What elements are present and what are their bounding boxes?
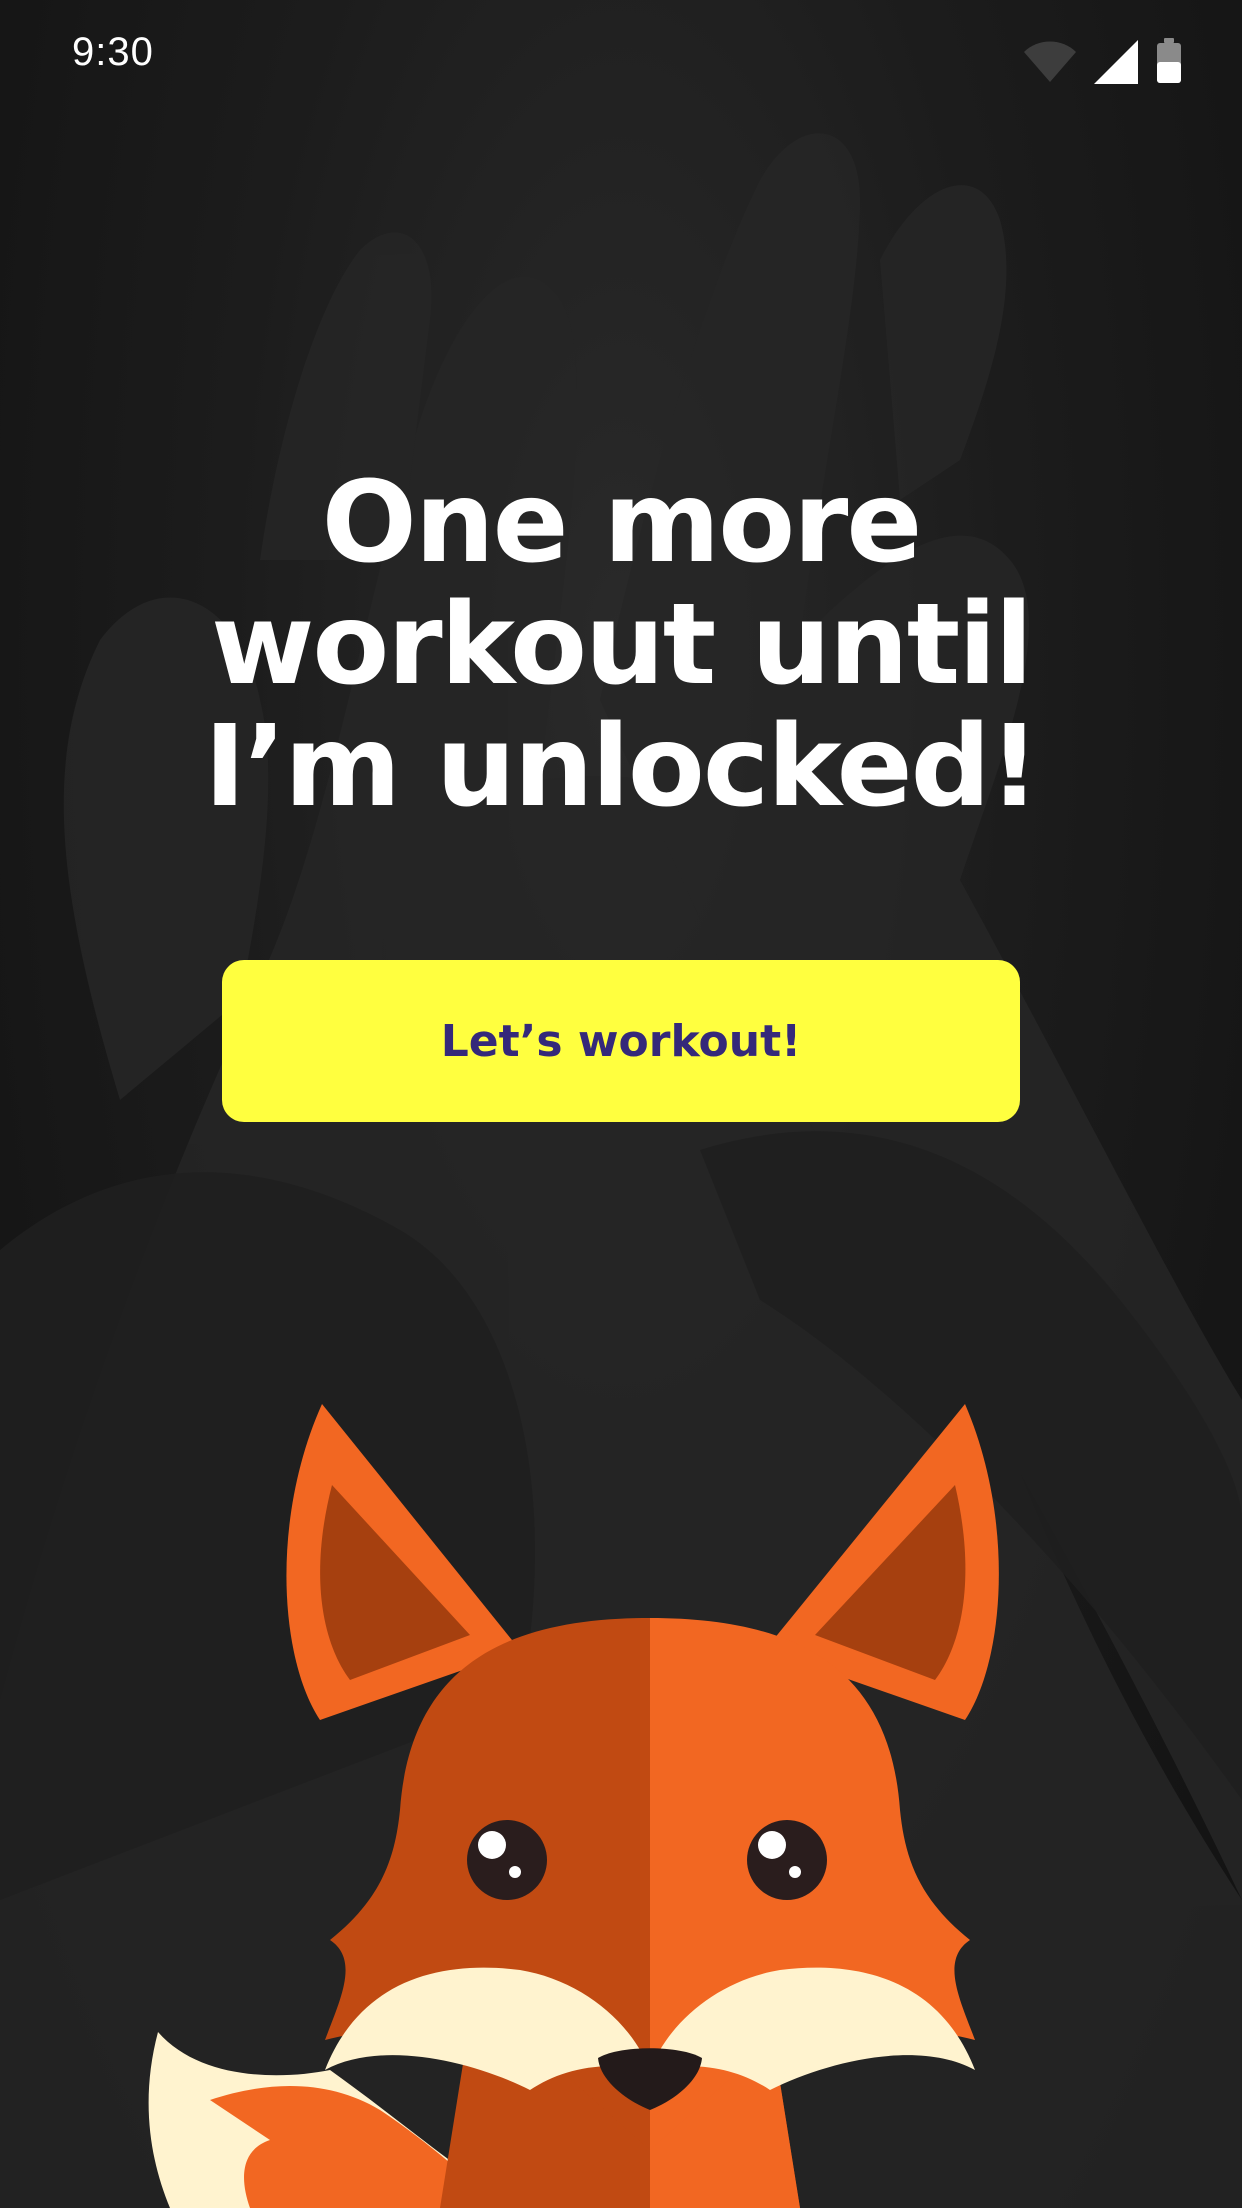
headline: One more workout until I’m unlocked! [121,462,1121,828]
headline-line-3: I’m unlocked! [204,702,1040,832]
cellular-signal-icon [1094,40,1138,88]
lets-workout-button[interactable]: Let’s workout! [222,960,1020,1122]
headline-line-2: workout until [210,580,1033,710]
status-time: 9:30 [72,30,154,74]
fox-right-eye [747,1820,827,1900]
battery-icon [1156,38,1182,88]
wifi-icon [1024,40,1076,88]
status-bar: 9:30 [0,0,1242,120]
status-icons [1024,38,1182,88]
fox-mascot-illustration [148,1404,999,2208]
unlock-screen: 9:30 One more workout until I’m unlocked… [0,0,1242,2208]
headline-line-1: One more [321,458,923,588]
fox-left-eye [467,1820,547,1900]
